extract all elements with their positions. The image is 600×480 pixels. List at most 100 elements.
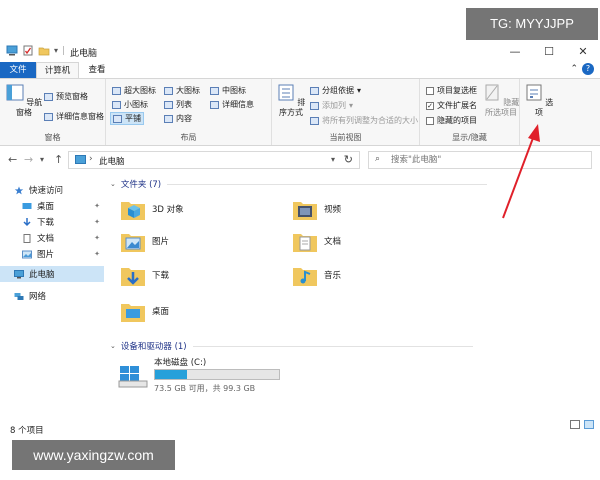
add-columns-icon [310,101,319,110]
large-icons-label: 大图标 [176,86,200,95]
pictures-folder-icon [121,234,145,252]
folder-music[interactable]: 音乐 [292,262,341,288]
layout-large-icons[interactable]: 大图标 [164,85,200,96]
folders-header-label: 文件夹 (7) [120,180,162,190]
tab-computer[interactable]: 计算机 [36,62,79,78]
layout-content[interactable]: 内容 [164,113,192,124]
folder-label: 图片 [152,237,170,247]
layout-tiles[interactable]: 平铺 [110,112,144,125]
layout-details[interactable]: 详细信息 [210,99,254,110]
preview-pane-label: 预览窗格 [56,92,88,101]
recent-locations-icon[interactable]: ▾ [40,155,44,164]
hidden-items-label: 隐藏的项目 [437,116,477,125]
large-icons-view-icon[interactable] [584,420,594,429]
folder-3d-objects[interactable]: 3D 对象 [120,196,184,222]
details-view-icon[interactable] [570,420,580,429]
up-icon[interactable]: ↑ [54,153,63,166]
group-by-dropdown-icon: ▾ [357,86,362,95]
address-bar[interactable]: › 此电脑 ▾ ↻ [68,151,360,169]
sort-by-button[interactable]: 排序方式 [274,83,308,118]
collapse-ribbon-icon[interactable]: ⌃ [570,64,578,74]
hide-selected-button[interactable]: 隐藏 所选项目 [482,83,520,118]
help-icon[interactable]: ? [582,63,594,75]
hidden-items-toggle[interactable]: 隐藏的项目 [426,115,477,126]
item-checkboxes-label: 项目复选框 [437,86,477,95]
nav-pictures[interactable]: 图片 ✦ [0,246,104,262]
nav-this-pc-label: 此电脑 [29,270,55,280]
nav-pane-button[interactable]: 导航窗格 [4,83,44,118]
group-by-label: 分组依据 [322,86,354,95]
nav-downloads[interactable]: 下载 ✦ [0,214,104,230]
pin-icon[interactable]: ✦ [94,202,100,210]
title-bar: ▾ | 此电脑 — ☐ ✕ [0,40,600,62]
folder-desktop[interactable]: 桌面 [120,298,169,324]
nav-pictures-label: 图片 [37,250,55,260]
folder-downloads[interactable]: 下载 [120,262,169,288]
group-current-view-label: 当前视图 [329,133,362,142]
folder-label: 视频 [324,205,342,215]
group-panes-label: 窗格 [44,133,61,142]
forward-icon[interactable]: → [24,153,33,166]
address-path[interactable]: 此电脑 [99,155,125,167]
window-title: 此电脑 [70,49,98,59]
preview-pane-button[interactable]: 预览窗格 [44,91,88,102]
refresh-icon[interactable]: ↻ [344,153,353,166]
drive-c[interactable]: 本地磁盘 (C:) 73.5 GB 可用，共 99.3 GB [118,356,298,396]
document-icon [23,233,31,243]
documents-folder-icon [293,234,317,252]
size-all-columns-label: 将所有列调整为合适的大小 [322,116,418,125]
folder-documents[interactable]: 文档 [292,228,341,254]
tab-view[interactable]: 查看 [82,62,112,78]
local-disk-icon [118,366,148,388]
desktop-folder-icon [121,304,145,322]
folder-pictures[interactable]: 图片 [120,228,169,254]
maximize-button[interactable]: ☐ [532,40,566,62]
layout-medium-icons[interactable]: 中图标 [210,85,246,96]
search-input[interactable] [391,154,581,166]
devices-section-header[interactable]: ⌄ 设备和驱动器 (1) [110,340,473,352]
pin-icon[interactable]: ✦ [94,218,100,226]
address-chevron-icon[interactable]: › [89,154,93,164]
nav-quick-access[interactable]: 快速访问 [0,182,104,198]
file-extensions-toggle[interactable]: ✓ 文件扩展名 [426,100,477,111]
nav-network[interactable]: 网络 [0,288,104,304]
address-dropdown-icon[interactable]: ▾ [331,155,335,164]
tab-file[interactable]: 文件 [0,62,36,78]
nav-this-pc[interactable]: 此电脑 [0,266,104,282]
nav-documents[interactable]: 文档 ✦ [0,230,104,246]
file-extensions-label: 文件扩展名 [437,101,477,110]
size-all-columns-button[interactable]: 将所有列调整为合适的大小 [310,115,418,126]
pin-icon[interactable]: ✦ [94,234,100,242]
options-button[interactable]: 选项 [522,83,556,118]
back-icon[interactable]: ← [8,153,17,166]
new-folder-icon[interactable] [38,45,50,56]
group-by-button[interactable]: 分组依据 ▾ [310,85,361,96]
layout-extra-large-icons[interactable]: 超大图标 [112,85,156,96]
content-pane: ⌄ 文件夹 (7) 3D 对象 视频 图片 文档 下载 音乐 桌面 ⌄ 设备和驱… [108,176,600,406]
details-pane-button[interactable]: 详细信息窗格 [44,111,104,122]
item-checkboxes-checkbox[interactable] [426,86,434,95]
layout-small-icons[interactable]: 小图标 [112,99,148,110]
minimize-button[interactable]: — [498,40,532,62]
nav-desktop[interactable]: 桌面 ✦ [0,198,104,214]
pin-icon[interactable]: ✦ [94,250,100,258]
collapse-chevron-icon[interactable]: ⌄ [110,180,116,188]
search-box[interactable]: ⌕ [368,151,592,169]
sort-by-icon [278,84,294,101]
customize-toolbar-icon[interactable]: ▾ [54,46,58,55]
collapse-chevron-icon[interactable]: ⌄ [110,342,116,350]
properties-icon[interactable] [22,45,34,56]
file-extensions-checkbox[interactable]: ✓ [426,101,434,110]
quick-access-toolbar: ▾ | [6,45,65,56]
hidden-items-checkbox[interactable] [426,116,434,125]
folders-section-header[interactable]: ⌄ 文件夹 (7) [110,178,488,190]
details-label: 详细信息 [222,100,254,109]
search-icon: ⌕ [375,154,381,164]
desktop-icon [22,202,32,209]
folder-videos[interactable]: 视频 [292,196,341,222]
add-columns-button[interactable]: 添加列 ▾ [310,100,353,111]
item-checkboxes-toggle[interactable]: 项目复选框 [426,85,477,96]
layout-list[interactable]: 列表 [164,99,192,110]
nav-desktop-label: 桌面 [37,202,55,212]
close-button[interactable]: ✕ [566,40,600,62]
